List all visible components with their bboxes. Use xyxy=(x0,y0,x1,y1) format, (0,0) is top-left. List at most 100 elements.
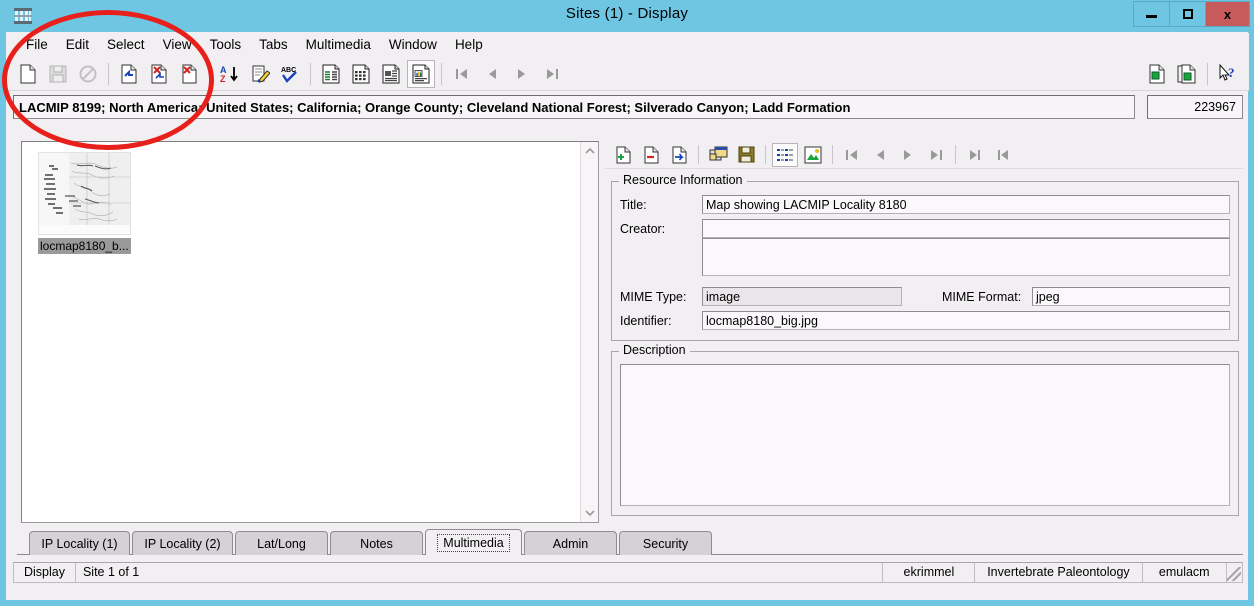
report-icon[interactable] xyxy=(1143,60,1171,88)
open-resource-icon[interactable] xyxy=(705,143,731,167)
close-button[interactable]: x xyxy=(1205,1,1250,27)
thumbnail-scrollbar[interactable] xyxy=(580,142,598,522)
minimize-button[interactable] xyxy=(1133,1,1170,27)
topographic-locality-map-thumbnail[interactable] xyxy=(38,152,131,235)
view-grid-icon[interactable] xyxy=(347,60,375,88)
spell-check-icon[interactable]: ABC xyxy=(276,60,304,88)
tab-label: Admin xyxy=(552,536,589,551)
tab-strip: IP Locality (1) IP Locality (2) Lat/Long… xyxy=(17,529,1243,555)
delete-record-icon[interactable] xyxy=(145,60,173,88)
nav-prev-icon[interactable] xyxy=(867,143,893,167)
resize-grip-icon[interactable] xyxy=(1225,561,1243,583)
status-mode: Display xyxy=(13,561,76,583)
export-icon[interactable] xyxy=(1173,60,1201,88)
view-list-icon[interactable] xyxy=(317,60,345,88)
menu-window[interactable]: Window xyxy=(380,35,446,55)
thumbnail-item[interactable]: locmap8180_b... xyxy=(38,152,142,254)
description-legend: Description xyxy=(619,343,690,357)
menu-tools[interactable]: Tools xyxy=(201,35,251,55)
status-user: ekrimmel xyxy=(882,561,976,583)
context-help-icon[interactable]: ? xyxy=(1214,60,1242,88)
chevron-down-icon[interactable] xyxy=(581,504,599,522)
view-multimedia-icon[interactable] xyxy=(407,59,435,88)
toolbar-separator xyxy=(698,145,699,164)
sort-az-icon[interactable]: AZ xyxy=(216,60,244,88)
window-title: Sites (1) - Display xyxy=(565,5,689,22)
identifier-label: Identifier: xyxy=(620,314,672,328)
window-controls: x xyxy=(1133,1,1250,27)
application-window: Sites (1) - Display x File Edit Select V… xyxy=(0,0,1254,606)
toolbar-separator xyxy=(108,62,109,85)
svg-text:Z: Z xyxy=(220,74,226,84)
multimedia-thumbnail-pane[interactable]: locmap8180_b... xyxy=(21,141,599,523)
creator-field-overflow[interactable] xyxy=(702,238,1230,276)
record-id-field: 223967 xyxy=(1147,95,1243,119)
menu-select[interactable]: Select xyxy=(98,35,154,55)
insert-record-icon[interactable] xyxy=(115,60,143,88)
tab-lat-long[interactable]: Lat/Long xyxy=(235,531,328,555)
main-toolbar: AZ ABC ? xyxy=(7,57,1249,91)
menu-multimedia[interactable]: Multimedia xyxy=(297,35,380,55)
nav-next-icon[interactable] xyxy=(895,143,921,167)
title-field[interactable]: Map showing LACMIP Locality 8180 xyxy=(702,195,1230,214)
svg-text:?: ? xyxy=(1228,65,1235,80)
remove-resource-icon[interactable] xyxy=(638,143,664,167)
nav-next-icon[interactable] xyxy=(508,60,536,88)
edit-note-icon[interactable] xyxy=(246,60,274,88)
description-textarea[interactable] xyxy=(620,364,1230,506)
tab-label: Multimedia xyxy=(437,533,510,552)
menu-view[interactable]: View xyxy=(154,35,201,55)
description-group: Description xyxy=(611,343,1239,516)
minimize-icon xyxy=(1146,14,1157,18)
toolbar-separator xyxy=(765,145,766,164)
menu-tabs[interactable]: Tabs xyxy=(250,35,297,55)
save-record-icon[interactable] xyxy=(44,60,72,88)
identifier-field[interactable]: locmap8180_big.jpg xyxy=(702,311,1230,330)
nav-last-icon[interactable] xyxy=(923,143,949,167)
mime-format-label: MIME Format: xyxy=(942,290,1022,304)
tab-admin[interactable]: Admin xyxy=(524,531,617,555)
status-bar: Display Site 1 of 1 ekrimmel Invertebrat… xyxy=(13,561,1243,583)
resource-detail-pane: Resource Information Title: Map showing … xyxy=(605,141,1243,523)
creator-field[interactable] xyxy=(702,219,1230,238)
tab-ip-locality-2[interactable]: IP Locality (2) xyxy=(132,531,233,555)
breadcrumb-bar: LACMIP 8199; North America; United State… xyxy=(13,95,1243,121)
toolbar-separator xyxy=(310,62,311,85)
list-view-icon[interactable] xyxy=(772,142,798,167)
view-form-icon[interactable] xyxy=(377,60,405,88)
media-view-icon[interactable] xyxy=(800,143,826,167)
menu-help[interactable]: Help xyxy=(446,35,492,55)
chevron-up-icon[interactable] xyxy=(581,142,599,160)
save-resource-icon[interactable] xyxy=(733,143,759,167)
menu-file[interactable]: File xyxy=(17,35,57,55)
maximize-button[interactable] xyxy=(1169,1,1206,27)
duplicate-record-icon[interactable] xyxy=(175,60,203,88)
tab-notes[interactable]: Notes xyxy=(330,531,423,555)
new-record-icon[interactable] xyxy=(14,60,42,88)
tab-multimedia[interactable]: Multimedia xyxy=(425,529,522,555)
maximize-icon xyxy=(1182,9,1193,19)
add-resource-icon[interactable] xyxy=(610,143,636,167)
menu-edit[interactable]: Edit xyxy=(57,35,98,55)
nav-next-page-icon[interactable] xyxy=(962,143,988,167)
toolbar-separator xyxy=(1207,62,1208,85)
toolbar-separator xyxy=(832,145,833,164)
tab-label: Security xyxy=(642,536,689,551)
title-label: Title: xyxy=(620,198,647,212)
tab-label: IP Locality (1) xyxy=(41,536,118,551)
nav-first-icon[interactable] xyxy=(448,60,476,88)
nav-prev-icon[interactable] xyxy=(478,60,506,88)
mime-type-field: image xyxy=(702,287,902,306)
tab-label: Notes xyxy=(360,536,393,551)
nav-first-icon[interactable] xyxy=(839,143,865,167)
mime-format-field[interactable]: jpeg xyxy=(1032,287,1230,306)
goto-resource-icon[interactable] xyxy=(666,143,692,167)
tab-label: IP Locality (2) xyxy=(144,536,221,551)
status-database: emulacm xyxy=(1141,561,1227,583)
cancel-icon[interactable] xyxy=(74,60,102,88)
menu-bar: File Edit Select View Tools Tabs Multime… xyxy=(7,33,1249,57)
tab-ip-locality-1[interactable]: IP Locality (1) xyxy=(29,531,130,555)
tab-security[interactable]: Security xyxy=(619,531,712,555)
nav-prev-page-icon[interactable] xyxy=(990,143,1016,167)
nav-last-icon[interactable] xyxy=(538,60,566,88)
